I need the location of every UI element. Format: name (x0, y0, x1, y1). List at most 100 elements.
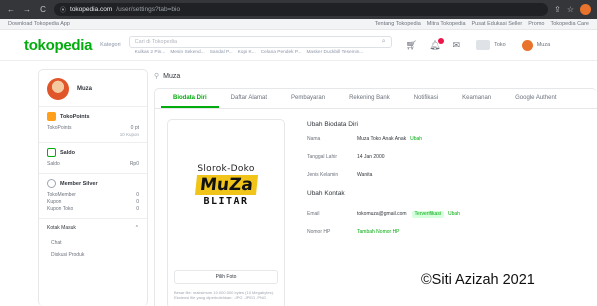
edit-name-link[interactable]: Ubah (410, 136, 422, 143)
suggestion-item[interactable]: Mesin Sekend... (170, 50, 204, 55)
user-label: Muza (536, 42, 551, 48)
tab-notifikasi[interactable]: Notifikasi (402, 89, 450, 108)
kategori-menu[interactable]: Kategori (100, 42, 121, 48)
email-value: tokomuza@gmail.com (357, 211, 407, 217)
suggestion-item[interactable]: Celana Pendek P... (261, 50, 302, 55)
tokopoints-label: TokoPoints (47, 125, 72, 131)
profile-avatar-icon[interactable] (580, 4, 591, 15)
add-phone-link[interactable]: Tambah Nomor HP (357, 229, 400, 236)
kotak-masuk-toggle[interactable]: Kotak Masuk ⌃ (39, 219, 147, 237)
search-placeholder: Cari di Tokopedia (134, 38, 178, 45)
shop-label: Toko (494, 42, 506, 48)
gender-row: Jenis Kelamin Wanita (307, 172, 585, 179)
email-label: Email (307, 211, 320, 217)
shop-icon (476, 40, 491, 50)
shop-menu[interactable]: Toko (476, 40, 506, 50)
dob-value: 14 Jan 2000 (357, 154, 385, 160)
user-avatar-icon (521, 39, 533, 51)
suggestion-item[interactable]: Masker Duckbill Tesemin... (306, 50, 363, 55)
gender-value: Wanita (357, 172, 373, 178)
kotak-masuk-title: Kotak Masuk (47, 225, 76, 231)
search-suggestions: Kulkas 2 Pin... Mesin Sekend... Sandal P… (129, 50, 392, 55)
reload-icon[interactable]: C (38, 5, 48, 14)
profile-photo-card: Slorok-Doko MuZa BLITAR Pilih Foto Besar… (167, 119, 285, 306)
download-app-link[interactable]: Download Tokopedia App (8, 21, 70, 27)
edit-email-link[interactable]: Ubah (448, 211, 460, 218)
gender-label: Jenis Kelamin (307, 172, 339, 178)
phone-row: Nomor HP Tambah Nomor HP (307, 229, 585, 236)
kupon-count: 10 Kupon (119, 132, 139, 137)
bio-heading: Ubah Biodata Diri (307, 121, 358, 128)
saldo-title: Saldo (60, 149, 75, 156)
wallet-icon (47, 148, 56, 157)
search-area: Cari di Tokopedia ⌕ Kulkas 2 Pin... Mesi… (128, 35, 392, 55)
tab-alamat[interactable]: Daftar Alamat (219, 89, 279, 108)
top-link[interactable]: Tokopedia Care (550, 21, 589, 27)
dob-row: Tanggal Lahir 14 Jan 2000 (307, 154, 585, 161)
photo-logo-text: MuZa (194, 174, 258, 195)
address-bar[interactable]: ⦿ tokopedia.com/user/settings?tab=bio (54, 3, 549, 16)
settings-content: ⚲ Muza Biodata Diri Daftar Alamat Pembay… (154, 69, 597, 306)
saldo-label: Saldo (47, 161, 60, 167)
suggestion-item[interactable]: Kopi K... (238, 50, 256, 55)
phone-label: Nomor HP (307, 229, 331, 235)
top-link[interactable]: Pusat Edukasi Seller (472, 21, 523, 27)
top-link[interactable]: Mitra Tokopedia (427, 21, 466, 27)
chevron-up-icon: ⌃ (134, 225, 139, 231)
browser-extensions: ⇪ ☆ (554, 4, 591, 15)
share-icon[interactable]: ⇪ (554, 5, 561, 14)
tab-pembayaran[interactable]: Pembayaran (279, 89, 337, 108)
name-label: Nama (307, 136, 321, 142)
user-menu[interactable]: Muza (521, 39, 551, 51)
sidebar-item-chat[interactable]: Chat (39, 237, 147, 249)
member-row-value: 0 (136, 206, 139, 212)
search-input[interactable]: Cari di Tokopedia ⌕ (128, 35, 392, 48)
member-row-label: Kupon (47, 199, 62, 205)
sidebar-user-name: Muza (77, 86, 92, 92)
suggestion-item[interactable]: Sandal P... (210, 50, 233, 55)
breadcrumb: ⚲ Muza (154, 69, 597, 88)
copyright-watermark: ©Siti Azizah 2021 (421, 272, 535, 288)
settings-tabs: Biodata Diri Daftar Alamat Pembayaran Re… (155, 89, 597, 109)
pick-photo-button[interactable]: Pilih Foto (174, 270, 278, 284)
top-strip-links: Tentang Tokopedia Mitra Tokopedia Pusat … (375, 21, 589, 27)
user-icon: ⚲ (154, 73, 160, 80)
sidebar-user[interactable]: Muza (39, 70, 147, 107)
tab-keamanan[interactable]: Keamanan (450, 89, 503, 108)
notification-bell-icon[interactable]: 🔔︎ (429, 37, 445, 51)
cart-icon[interactable]: 🛒︎ (406, 40, 417, 51)
bookmark-star-icon[interactable]: ☆ (567, 5, 574, 14)
photo-bottom-text: BLITAR (203, 195, 249, 207)
sidebar-item-diskusi[interactable]: Diskusi Produk (39, 249, 147, 261)
saldo-value: Rp0 (129, 161, 139, 167)
name-row: Nama Muza Toko Anak Anak Ubah (307, 136, 585, 143)
url-host: tokopedia.com (70, 6, 113, 13)
main-area: Muza TokoPoints TokoPoints 0 pt 10 Kupon … (0, 61, 597, 306)
tokopedia-logo[interactable]: tokopedia (24, 37, 92, 54)
account-sidebar: Muza TokoPoints TokoPoints 0 pt 10 Kupon … (38, 69, 148, 306)
member-section[interactable]: Member Silver TokoMember 0 Kupon 0 Kupon T… (39, 174, 147, 219)
tab-google-auth[interactable]: Google Authent (503, 89, 568, 108)
tab-biodata[interactable]: Biodata Diri (161, 89, 219, 108)
forward-icon[interactable]: → (22, 5, 32, 14)
member-row-value: 0 (136, 192, 139, 198)
saldo-section[interactable]: Saldo Saldo Rp0 (39, 143, 147, 174)
tokopoints-section[interactable]: TokoPoints TokoPoints 0 pt 10 Kupon (39, 107, 147, 143)
back-icon[interactable]: ← (6, 5, 16, 14)
tokopoints-value: 0 pt (130, 125, 139, 131)
top-link[interactable]: Promo (528, 21, 544, 27)
mail-icon[interactable]: ✉ (453, 40, 461, 51)
search-icon[interactable]: ⌕ (382, 38, 386, 46)
avatar (47, 78, 69, 100)
member-row-label: Kupon Toko (47, 206, 74, 212)
page-title: Muza (163, 72, 181, 80)
email-row: Email tokomuza@gmail.com Terverifikasi U… (307, 211, 585, 218)
tab-rekening[interactable]: Rekening Bank (337, 89, 402, 108)
profile-photo: Slorok-Doko MuZa BLITAR (174, 136, 278, 234)
member-row-label: TokoMember (47, 192, 76, 198)
dob-label: Tanggal Lahir (307, 154, 338, 160)
top-link[interactable]: Tentang Tokopedia (375, 21, 421, 27)
suggestion-item[interactable]: Kulkas 2 Pin... (135, 50, 166, 55)
contact-heading: Ubah Kontak (307, 190, 345, 197)
top-strip: Download Tokopedia App Tentang Tokopedia… (0, 19, 597, 30)
